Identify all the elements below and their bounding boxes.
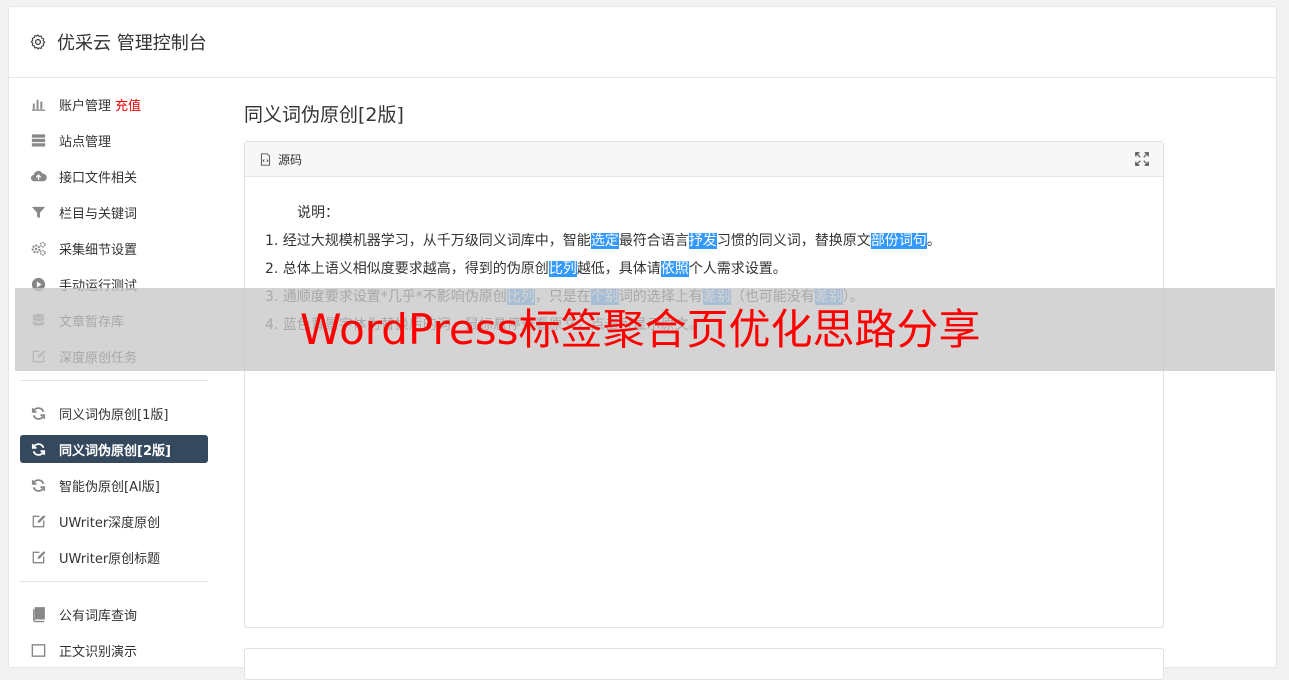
square-icon: [30, 642, 47, 659]
sidebar-item-label: 站点管理: [59, 134, 112, 150]
source-editor[interactable]: 源码 说明： 1. 经过大规模机器学习，从千万级同义词库中，智能选定最符合语言抒…: [244, 141, 1164, 628]
line-text: 最符合语言: [618, 233, 689, 249]
sidebar-item-label: 栏目与关键词: [59, 206, 138, 222]
sidebar-item-label: 智能伪原创[AI版]: [59, 479, 160, 495]
line-text: 个人需求设置。: [688, 261, 787, 277]
sidebar-item[interactable]: 站点管理: [20, 126, 208, 154]
sidebar-item-label: 采集细节设置: [59, 242, 138, 258]
sidebar-item[interactable]: 公有词库查询: [20, 600, 208, 628]
cloud-upload-icon: [30, 168, 47, 185]
sidebar-item[interactable]: 智能伪原创[AI版]: [20, 471, 208, 499]
refresh-icon: [30, 441, 47, 458]
sidebar-item[interactable]: UWriter原创标题: [20, 543, 208, 571]
editor-toolbar: 源码: [245, 142, 1163, 177]
replaced-word[interactable]: 部份: [870, 233, 899, 249]
sidebar-item[interactable]: 接口文件相关: [20, 162, 208, 190]
sidebar-item-label: 同义词伪原创[1版]: [59, 407, 169, 423]
sidebar-item[interactable]: 栏目与关键词: [20, 198, 208, 226]
sidebar-divider: [20, 581, 208, 582]
sidebar-item[interactable]: 同义词伪原创[2版]: [20, 435, 208, 463]
line-text: 1. 经过大规模机器学习，从千万级同义词库中，智能: [265, 233, 591, 249]
line-text: 越低，具体请: [576, 261, 661, 277]
sidebar-divider: [20, 380, 208, 381]
editor-line: 2. 总体上语义相似度要求越高，得到的伪原创比列越低，具体请依照个人需求设置。: [265, 255, 1163, 283]
line-text: 。: [926, 233, 941, 249]
server-icon: [30, 132, 47, 149]
replaced-word[interactable]: 依照: [660, 261, 689, 277]
sidebar-item[interactable]: UWriter深度原创: [20, 507, 208, 535]
result-editor[interactable]: [244, 648, 1164, 680]
replaced-word[interactable]: 选定: [590, 233, 619, 249]
bar-chart-icon: [30, 96, 47, 113]
sidebar: 账户管理充值站点管理接口文件相关栏目与关键词采集细节设置手动运行测试文章暂存库深…: [20, 90, 208, 672]
page-title: 同义词伪原创[2版]: [244, 104, 404, 126]
sidebar-item-label: UWriter原创标题: [59, 551, 161, 567]
sidebar-item[interactable]: 采集细节设置: [20, 234, 208, 262]
page-header-title: 优采云 管理控制台: [57, 33, 207, 54]
sidebar-item[interactable]: 同义词伪原创[1版]: [20, 399, 208, 427]
edit-icon: [30, 513, 47, 530]
filter-icon: [30, 204, 47, 221]
line-text: 2. 总体上语义相似度要求越高，得到的伪原创: [265, 261, 549, 277]
refresh-icon: [30, 405, 47, 422]
sidebar-item-label: UWriter深度原创: [59, 515, 161, 531]
edit-icon: [30, 549, 47, 566]
replaced-word[interactable]: 比列: [548, 261, 577, 277]
sidebar-item-label: 同义词伪原创[2版]: [59, 443, 171, 459]
sidebar-item-label: 公有词库查询: [59, 608, 138, 624]
sidebar-item-label: 接口文件相关: [59, 170, 138, 186]
sidebar-item-label: 正文识别演示: [59, 644, 138, 660]
gears-icon: [30, 240, 47, 257]
refresh-icon: [30, 477, 47, 494]
line-text: 习惯的同义词，替换原文: [716, 233, 871, 249]
sidebar-item-label: 账户管理: [59, 98, 112, 114]
editor-intro: 说明：: [297, 205, 339, 221]
source-button-label[interactable]: 源码: [278, 151, 302, 168]
code-file-icon[interactable]: [259, 152, 272, 166]
recharge-link[interactable]: 充值: [115, 95, 141, 114]
sidebar-item[interactable]: 账户管理 充值: [20, 90, 208, 118]
replaced-word[interactable]: 词句: [898, 233, 927, 249]
banner-title: WordPress标签聚合页优化思路分享: [300, 305, 981, 354]
fullscreen-icon[interactable]: [1135, 152, 1149, 166]
editor-line: 1. 经过大规模机器学习，从千万级同义词库中，智能选定最符合语言抒发习惯的同义词…: [265, 227, 1163, 255]
replaced-word[interactable]: 抒发: [688, 233, 717, 249]
gear-icon: [30, 34, 46, 50]
sidebar-item[interactable]: 正文识别演示: [20, 636, 208, 664]
header: 优采云 管理控制台: [9, 7, 1276, 78]
book-icon: [30, 606, 47, 623]
